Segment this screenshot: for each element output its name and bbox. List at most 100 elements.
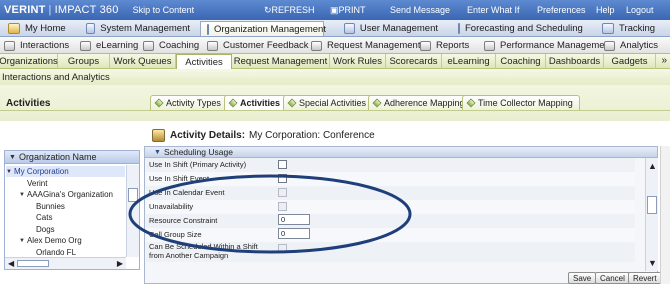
- activity-details-icon: [152, 129, 165, 142]
- help-link[interactable]: Help: [596, 5, 615, 15]
- tab-coaching[interactable]: Coaching: [496, 54, 546, 69]
- tab-work-queues[interactable]: Work Queues: [110, 54, 176, 69]
- more-tabs-chevron-icon[interactable]: »: [661, 55, 667, 66]
- module-tab-user-management[interactable]: User Management: [338, 21, 438, 36]
- calendar-icon: [458, 23, 460, 34]
- elearning-icon: [80, 40, 91, 51]
- organization-vertical-scrollbar[interactable]: [126, 165, 139, 257]
- tab-scorecards[interactable]: Scorecards: [386, 54, 442, 69]
- use-in-calendar-event-checkbox: [278, 188, 287, 197]
- sub-navigation: Interactions eLearning Coaching Customer…: [0, 37, 670, 54]
- module-tab-tracking[interactable]: Tracking: [596, 21, 666, 36]
- revert-button[interactable]: Revert: [628, 272, 662, 284]
- scrollbar-thumb[interactable]: [128, 188, 138, 202]
- organization-icon: [207, 23, 209, 35]
- tree-item-bunnies[interactable]: Bunnies: [36, 201, 65, 212]
- resource-constraint-input[interactable]: 0: [278, 214, 310, 225]
- tab-request-management[interactable]: Request Management: [232, 54, 330, 69]
- scheduling-vertical-scrollbar[interactable]: ▲ ▼: [645, 158, 658, 271]
- collapse-arrow-icon[interactable]: ▼: [154, 149, 161, 156]
- tab-activities[interactable]: Activities: [176, 54, 232, 69]
- tab-dashboards[interactable]: Dashboards: [546, 54, 604, 69]
- collapse-arrow-icon[interactable]: ▼: [9, 154, 16, 161]
- subtab-activity-types[interactable]: Activity Types: [150, 95, 228, 110]
- coaching-icon: [143, 40, 154, 51]
- subnav-customer-feedback[interactable]: Customer Feedback: [207, 37, 309, 54]
- scrollbar-thumb[interactable]: [17, 260, 49, 267]
- tab-interactions-and-analytics[interactable]: Interactions and Analytics: [2, 72, 110, 83]
- performance-icon: [484, 40, 495, 51]
- top-header: VERINT | IMPACT 360 Skip to Content ↻REFRE…: [0, 0, 670, 20]
- use-in-shift-checkbox[interactable]: [278, 160, 287, 169]
- subnav-coaching[interactable]: Coaching: [143, 37, 199, 54]
- print-icon: ▣: [330, 4, 339, 15]
- expanded-arrow-icon[interactable]: ▼: [19, 238, 25, 244]
- print-link[interactable]: ▣PRINT: [330, 5, 366, 16]
- home-icon: [8, 23, 20, 34]
- section-title: Activities: [6, 98, 51, 109]
- activity-details-title: Activity Details: My Corporation: Confer…: [152, 129, 375, 142]
- tab-groups[interactable]: Groups: [58, 54, 110, 69]
- subnav-reports[interactable]: Reports: [420, 37, 469, 54]
- interactions-icon: [4, 40, 15, 51]
- module-tab-my-home[interactable]: My Home: [2, 21, 88, 36]
- module-tab-organization-management[interactable]: Organization Management: [200, 21, 326, 36]
- subnav-analytics[interactable]: Analytics: [604, 37, 658, 54]
- subnav-interactions[interactable]: Interactions: [4, 37, 69, 54]
- subnav-elearning[interactable]: eLearning: [80, 37, 138, 54]
- scroll-left-icon[interactable]: ◀: [8, 259, 14, 268]
- tree-item-cats[interactable]: Cats: [36, 212, 52, 223]
- tab-work-rules[interactable]: Work Rules: [330, 54, 386, 69]
- action-buttons: Save Cancel Revert: [145, 271, 662, 284]
- tab-organizations[interactable]: Organizations: [0, 54, 58, 69]
- activity-types-icon: [154, 98, 164, 108]
- scroll-up-icon[interactable]: ▲: [648, 161, 657, 171]
- section-divider: [0, 110, 670, 111]
- expanded-arrow-icon[interactable]: ▼: [19, 192, 25, 198]
- tree-item-dogs[interactable]: Dogs: [36, 224, 55, 235]
- subnav-request-management[interactable]: Request Management: [311, 37, 420, 54]
- refresh-link[interactable]: ↻REFRESH: [264, 5, 315, 16]
- use-in-shift-event-checkbox[interactable]: [278, 174, 287, 183]
- field-label-use-in-shift-event: Use In Shift Event: [149, 174, 210, 183]
- scroll-down-icon[interactable]: ▼: [648, 258, 657, 268]
- subtab-activities[interactable]: Activities: [224, 95, 288, 110]
- cancel-button[interactable]: Cancel: [595, 272, 630, 284]
- send-message-link[interactable]: Send Message: [390, 5, 450, 15]
- organization-horizontal-scrollbar[interactable]: ◀ ▶: [5, 257, 126, 269]
- tree-item-my-corporation[interactable]: ▼ My Corporation: [6, 166, 125, 177]
- tab-gadgets[interactable]: Gadgets: [604, 54, 656, 69]
- expanded-arrow-icon[interactable]: ▼: [6, 169, 12, 175]
- subnav-performance-management[interactable]: Performance Management: [484, 37, 612, 54]
- tree-item-verint[interactable]: Verint: [27, 178, 47, 189]
- reports-icon: [420, 40, 431, 51]
- tree-item-alex-demo-org[interactable]: ▼ Alex Demo Org: [19, 235, 82, 246]
- organization-panel: ▼ Organization Name ▼ My Corporation Veri…: [4, 150, 140, 270]
- scrollbar-thumb[interactable]: [647, 196, 657, 214]
- preferences-link[interactable]: Preferences: [537, 5, 586, 15]
- enter-what-if-link[interactable]: Enter What If: [467, 5, 520, 15]
- subtab-special-activities[interactable]: Special Activities: [283, 95, 374, 110]
- users-icon: [344, 23, 355, 34]
- logout-link[interactable]: Logout: [626, 5, 654, 15]
- field-label-schedule-within-shift: Can Be Scheduled Within a Shift from Ano…: [149, 242, 258, 260]
- scroll-right-icon[interactable]: ▶: [117, 259, 123, 268]
- field-label-cell-group-size: Cell Group Size: [149, 230, 202, 239]
- system-icon: [86, 23, 96, 34]
- scheduling-usage-header[interactable]: ▼ Scheduling Usage: [145, 147, 657, 158]
- tree-item-aaagina-organization[interactable]: ▼ AAAGina's Organization: [19, 189, 113, 200]
- cell-group-size-input[interactable]: 0: [278, 228, 310, 239]
- field-label-use-in-calendar-event: Use In Calendar Event: [149, 188, 225, 197]
- save-button[interactable]: Save: [568, 272, 597, 284]
- module-tab-forecasting-and-scheduling[interactable]: Forecasting and Scheduling: [452, 21, 583, 36]
- request-icon: [311, 40, 322, 51]
- page-scrollbar[interactable]: [660, 146, 670, 284]
- module-tab-system-management[interactable]: System Management: [80, 21, 190, 36]
- subtab-time-collector-mapping[interactable]: Time Collector Mapping: [462, 95, 580, 110]
- tracking-icon: [602, 23, 614, 34]
- adherence-mapping-icon: [372, 98, 382, 108]
- unavailability-checkbox: [278, 202, 287, 211]
- organization-name-header[interactable]: ▼ Organization Name: [5, 151, 139, 164]
- tab-elearning[interactable]: eLearning: [442, 54, 496, 69]
- subtab-adherence-mapping[interactable]: Adherence Mapping: [368, 95, 472, 110]
